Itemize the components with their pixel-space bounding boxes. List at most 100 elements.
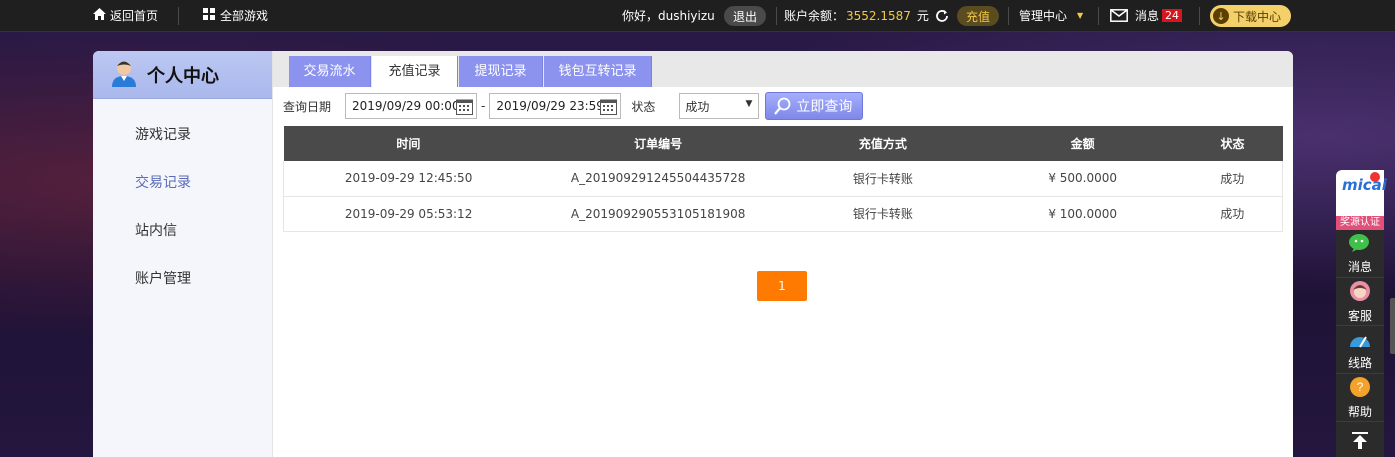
recharge-button[interactable]: 充值 bbox=[957, 6, 1000, 26]
date-separator: - bbox=[481, 99, 486, 113]
divider bbox=[776, 7, 777, 25]
download-label: 下载中心 bbox=[1233, 9, 1282, 24]
messages-label: 消息 bbox=[1135, 9, 1160, 23]
certification-tag: 奖源认证 bbox=[1336, 216, 1384, 230]
sidebar-header: 个人中心 bbox=[93, 51, 272, 99]
sidebar-menu: 游戏记录 交易记录 站内信 账户管理 bbox=[93, 99, 272, 303]
cell-method: 银行卡转账 bbox=[783, 196, 983, 232]
speed-icon bbox=[1348, 329, 1372, 352]
tab-withdraw-records[interactable]: 提现记录 bbox=[459, 56, 543, 87]
balance-unit: 元 bbox=[916, 9, 929, 23]
user-icon bbox=[111, 59, 137, 90]
float-item-help[interactable]: ? 帮助 bbox=[1336, 374, 1384, 422]
status-label: 状态 bbox=[631, 99, 656, 114]
svg-text:?: ? bbox=[1357, 380, 1364, 394]
header-order-no: 订单编号 bbox=[634, 137, 683, 151]
float-item-lines[interactable]: 线路 bbox=[1336, 326, 1384, 374]
sidebar-item-inbox[interactable]: 站内信 bbox=[93, 207, 272, 255]
scroll-handle[interactable] bbox=[1390, 298, 1395, 354]
divider bbox=[178, 7, 179, 25]
table-row: 2019-09-29 12:45:50 A_201909291245504435… bbox=[283, 161, 1283, 197]
logo-text: micai bbox=[1342, 176, 1387, 194]
table-header-row: 时间 订单编号 充值方式 金额 状态 bbox=[283, 126, 1283, 161]
date-label: 查询日期 bbox=[283, 99, 332, 114]
cell-amount: ¥ 100.0000 bbox=[982, 196, 1183, 232]
caret-down-icon: ▼ bbox=[1077, 11, 1084, 20]
date-from-value: 2019/09/29 00:00 bbox=[352, 99, 460, 113]
cell-time: 2019-09-29 05:53:12 bbox=[283, 196, 534, 232]
divider bbox=[1008, 7, 1009, 25]
refresh-icon[interactable] bbox=[935, 9, 949, 23]
top-bar: 返回首页 全部游戏 你好，dushiyizu 退出 账户余额： 3552.158… bbox=[0, 0, 1395, 32]
cell-method: 银行卡转账 bbox=[783, 161, 983, 197]
help-icon: ? bbox=[1349, 376, 1371, 401]
tabs-bar: 交易流水 充值记录 提现记录 钱包互转记录 bbox=[273, 51, 1293, 87]
cell-status: 成功 bbox=[1182, 161, 1283, 197]
sidebar-item-account[interactable]: 账户管理 bbox=[93, 255, 272, 303]
date-from-field[interactable]: 2019/09/29 00:00 bbox=[345, 93, 478, 119]
cell-order-no: A_201909291245504435728 bbox=[533, 161, 784, 197]
logout-button[interactable]: 退出 bbox=[724, 6, 767, 26]
header-time: 时间 bbox=[396, 137, 421, 151]
sidebar-title: 个人中心 bbox=[147, 65, 219, 87]
sidebar-item-game-records[interactable]: 游戏记录 bbox=[93, 111, 272, 159]
cell-amount: ¥ 500.0000 bbox=[982, 161, 1183, 197]
home-link[interactable]: 返回首页 bbox=[93, 7, 158, 24]
header-status: 状态 bbox=[1220, 137, 1245, 151]
page-button-current[interactable]: 1 bbox=[757, 271, 807, 301]
floating-sidebar: micai 奖源认证 消息 客服 线路 ? 帮助 bbox=[1336, 170, 1387, 457]
grid-icon bbox=[203, 8, 215, 23]
status-select[interactable]: 成功 ▼ bbox=[679, 93, 760, 119]
arrow-up-icon bbox=[1350, 430, 1370, 456]
messages-link[interactable]: 消息 24 bbox=[1110, 7, 1183, 24]
date-to-field[interactable]: 2019/09/29 23:59 bbox=[489, 93, 622, 119]
query-label: 立即查询 bbox=[796, 99, 853, 115]
cell-order-no: A_201909290553105181908 bbox=[533, 196, 784, 232]
support-icon bbox=[1349, 280, 1371, 305]
float-item-messages[interactable]: 消息 bbox=[1336, 230, 1384, 278]
messages-count-badge: 24 bbox=[1162, 9, 1183, 22]
float-label-messages: 消息 bbox=[1347, 259, 1372, 274]
header-method: 充值方式 bbox=[858, 137, 907, 151]
float-label-lines: 线路 bbox=[1347, 355, 1372, 370]
query-button[interactable]: 立即查询 bbox=[765, 92, 864, 120]
download-center-button[interactable]: ↓ 下载中心 bbox=[1210, 5, 1292, 27]
main-panel: 个人中心 游戏记录 交易记录 站内信 账户管理 交易流水 充值记录 提现记录 钱… bbox=[93, 51, 1293, 457]
cell-status: 成功 bbox=[1182, 196, 1283, 232]
tab-recharge-records[interactable]: 充值记录 bbox=[372, 56, 458, 87]
manage-label: 管理中心 bbox=[1019, 9, 1068, 23]
tab-transaction-flow[interactable]: 交易流水 bbox=[289, 56, 371, 87]
divider bbox=[1199, 7, 1200, 25]
date-to-value: 2019/09/29 23:59 bbox=[496, 99, 604, 113]
micai-logo[interactable]: micai bbox=[1336, 170, 1387, 216]
header-amount: 金额 bbox=[1070, 137, 1095, 151]
tab-wallet-transfer[interactable]: 钱包互转记录 bbox=[544, 56, 652, 87]
balance: 账户余额： 3552.1587 元 bbox=[784, 7, 949, 24]
balance-value: 3552.1587 bbox=[846, 8, 911, 23]
float-item-support[interactable]: 客服 bbox=[1336, 278, 1384, 326]
notification-dot bbox=[1370, 172, 1380, 182]
home-icon bbox=[93, 8, 106, 23]
envelope-icon bbox=[1110, 9, 1128, 22]
all-games-label: 全部游戏 bbox=[220, 9, 269, 23]
all-games-link[interactable]: 全部游戏 bbox=[203, 7, 268, 24]
download-icon: ↓ bbox=[1213, 8, 1229, 24]
back-to-top-button[interactable] bbox=[1336, 422, 1384, 457]
float-label-help: 帮助 bbox=[1347, 404, 1372, 419]
filter-row: 查询日期 2019/09/29 00:00 - 2019/09/29 23:59… bbox=[273, 87, 1293, 125]
calendar-icon[interactable] bbox=[600, 98, 618, 118]
balance-label: 账户余额： bbox=[784, 9, 845, 23]
float-label-support: 客服 bbox=[1347, 308, 1372, 323]
manage-center-menu[interactable]: 管理中心 ▼ bbox=[1019, 7, 1083, 24]
table-row: 2019-09-29 05:53:12 A_201909290553105181… bbox=[283, 196, 1283, 232]
sidebar-item-transactions[interactable]: 交易记录 bbox=[93, 159, 272, 207]
divider bbox=[1098, 7, 1099, 25]
records-table: 时间 订单编号 充值方式 金额 状态 2019-09-29 12:45:50 A… bbox=[283, 126, 1283, 232]
wechat-icon bbox=[1349, 233, 1371, 256]
calendar-icon[interactable] bbox=[456, 98, 474, 118]
status-select-value: 成功 bbox=[685, 99, 710, 114]
search-icon bbox=[774, 97, 792, 115]
select-arrow-icon: ▼ bbox=[745, 99, 753, 109]
sidebar: 个人中心 游戏记录 交易记录 站内信 账户管理 bbox=[93, 51, 273, 457]
greeting-text: 你好，dushiyizu bbox=[622, 9, 715, 23]
